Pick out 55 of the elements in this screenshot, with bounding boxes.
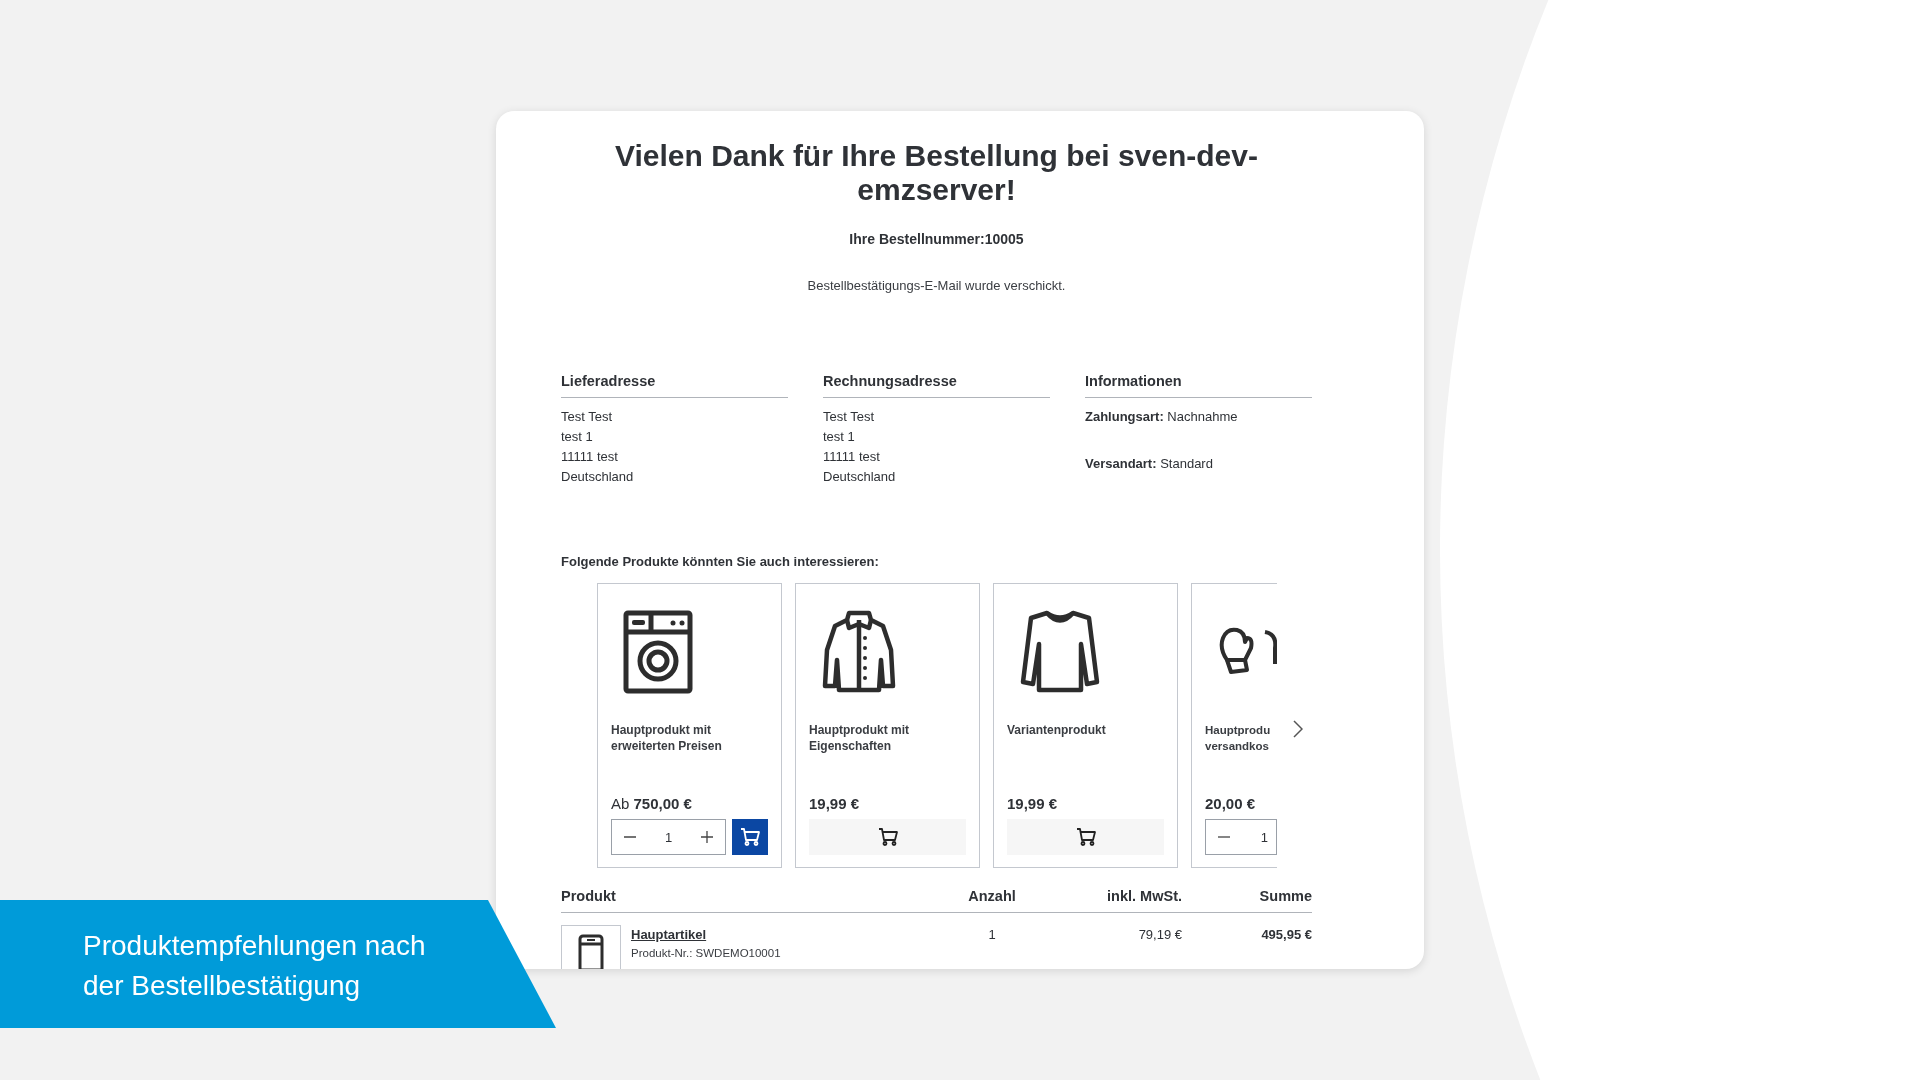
address-line: test 1 (823, 428, 856, 446)
quantity-field[interactable]: 1 (1260, 829, 1268, 845)
column-header: Summe (1258, 888, 1312, 904)
cart-icon (877, 828, 898, 846)
product-card[interactable]: Hauptprodukt mit Eigenschaften 19,99 € (795, 583, 980, 868)
product-price: 19,99 € (809, 795, 861, 812)
product-card[interactable]: Hauptprodukt mit erweiterten Preisen Ab 750,00 € 1 (597, 583, 782, 868)
product-number: Produkt-Nr.: SWDEMO10001 (631, 947, 781, 959)
address-line: Deutschland (561, 468, 635, 486)
info-entry: Versandart: Standard (1085, 455, 1214, 473)
recommendations-heading: Folgende Produkte könnten Sie auch interessieren: (561, 554, 880, 569)
address-line: Deutschland (823, 468, 897, 486)
jacket-icon (821, 610, 897, 694)
column-header: Produkt (561, 888, 617, 904)
section-heading: Lieferadresse (561, 373, 788, 398)
washing-machine-icon (623, 610, 693, 694)
product-card[interactable]: Hauptprodu versandkos 20,00 € 1 (1191, 583, 1277, 868)
order-number: Ihre Bestellnummer:10005 (848, 231, 1025, 247)
add-to-cart-button[interactable] (1007, 819, 1164, 855)
table-cell-text: 495,95 € (1260, 926, 1312, 944)
add-to-cart-button[interactable] (809, 819, 966, 855)
table-cell-text: 1 (987, 926, 997, 944)
product-price: 19,99 € (1007, 795, 1059, 812)
section-heading: Rechnungsadresse (823, 373, 1050, 398)
product-name[interactable]: Hauptprodu versandkos (1205, 722, 1277, 782)
address-line: test 1 (561, 428, 594, 446)
quantity-stepper[interactable]: 1 (1205, 819, 1277, 855)
section-heading: Informationen (1085, 373, 1312, 398)
column-header: inkl. MwSt. (1106, 888, 1182, 904)
cart-icon (740, 828, 760, 846)
plus-icon[interactable] (701, 831, 713, 843)
quantity-field[interactable]: 1 (664, 829, 673, 845)
product-card[interactable]: Variantenprodukt 19,99 € (993, 583, 1178, 868)
address-line: 11111 test (561, 448, 619, 466)
product-price: 20,00 € (1205, 795, 1257, 812)
address-line: Test Test (561, 408, 614, 426)
table-cell-text: 79,19 € (1137, 926, 1182, 944)
product-price: Ab 750,00 € (611, 795, 693, 812)
address-line: 11111 test (823, 448, 881, 466)
info-entry: Zahlungsart: Nachnahme (1085, 408, 1239, 426)
product-name[interactable]: Variantenprodukt (1007, 722, 1164, 782)
sweater-icon (1019, 610, 1101, 694)
product-name[interactable]: Hauptprodukt mit Eigenschaften (809, 722, 966, 782)
add-to-cart-button[interactable] (732, 819, 768, 855)
column-header: Anzahl (967, 888, 1017, 904)
email-notice: Bestellbestätigungs-E-Mail wurde verschickt. (806, 278, 1067, 293)
cart-icon (1075, 828, 1096, 846)
product-link[interactable]: Hauptartikel (631, 927, 707, 942)
quantity-stepper[interactable]: 1 (611, 819, 726, 855)
chevron-right-icon[interactable] (1293, 720, 1303, 738)
phone-icon (578, 934, 604, 969)
product-name[interactable]: Hauptprodukt mit erweiterten Preisen (611, 722, 768, 782)
page-title: Vielen Dank für Ihre Bestellung bei sven-dev-emzserver! (614, 139, 1259, 207)
caption-text: Produktempfehlungen nach der Bestellbestätigung (83, 929, 426, 1003)
address-line: Test Test (823, 408, 876, 426)
